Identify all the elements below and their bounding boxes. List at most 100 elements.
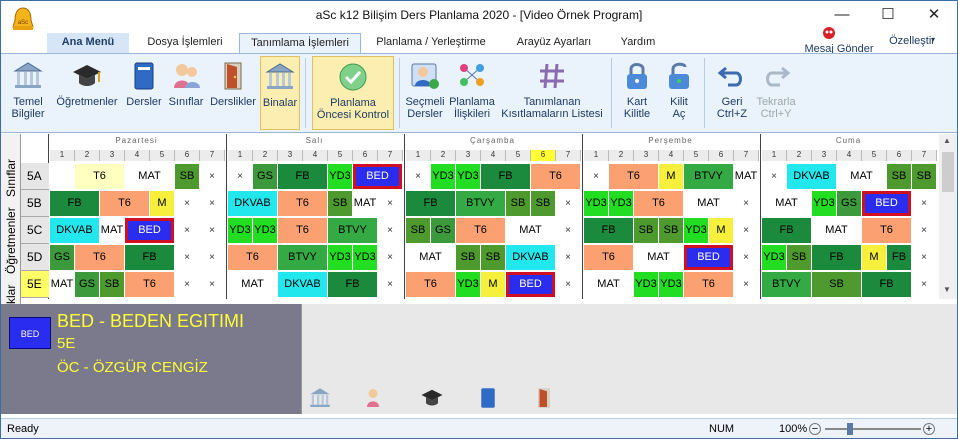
lesson-card[interactable]: GS [253,164,277,189]
lesson-card[interactable]: MAT [228,272,277,297]
building-columns-icon[interactable] [308,386,332,410]
book-icon[interactable] [476,386,500,410]
lesson-card[interactable]: FB [50,191,99,216]
lesson-card[interactable]: M [150,191,174,216]
lesson-card[interactable]: MAT [684,191,733,216]
lesson-card[interactable]: MAT [506,218,555,243]
undo-button[interactable]: Geri Ctrl+Z [709,56,755,130]
lesson-card[interactable]: MAT [634,245,683,270]
lesson-card[interactable]: SB [912,164,936,189]
lesson-card[interactable]: FB [481,164,530,189]
maximize-button[interactable]: ☐ [865,1,911,31]
lesson-card[interactable]: BED [684,245,733,270]
tab-arayuz-ayarlari[interactable]: Arayüz Ayarları [501,33,607,53]
siniflar-button[interactable]: Sınıflar [165,56,207,130]
scroll-down-icon[interactable]: ▼ [943,285,951,294]
scroll-up-icon[interactable]: ▲ [943,136,951,145]
lesson-card[interactable]: YD3 [584,191,608,216]
lesson-card[interactable]: YD3 [456,272,480,297]
lesson-card[interactable]: YD3 [684,218,708,243]
class-label[interactable]: 5C [21,217,49,244]
lesson-card[interactable]: MAT [762,191,811,216]
lesson-card[interactable]: T6 [278,218,327,243]
lesson-card[interactable]: SB [328,191,352,216]
lesson-card[interactable]: BTVY [278,245,327,270]
lesson-card[interactable]: MAT [50,272,74,297]
lesson-card[interactable]: T6 [100,191,149,216]
lesson-card[interactable]: T6 [75,245,124,270]
lesson-card[interactable]: FB [887,245,911,270]
lesson-card[interactable]: FB [125,245,174,270]
lesson-card[interactable]: BED [125,218,174,243]
lesson-card[interactable]: MAT [353,191,377,216]
door-icon[interactable] [532,386,556,410]
lesson-card[interactable]: YD3 [659,272,683,297]
close-button[interactable]: ✕ [911,1,957,31]
lesson-card[interactable]: DKVAB [506,245,555,270]
lesson-card[interactable]: SB [406,218,430,243]
lesson-card[interactable]: MAT [837,164,886,189]
lesson-card[interactable]: SB [175,164,199,189]
lesson-card[interactable]: FB [812,245,861,270]
binalar-button[interactable]: Binalar [260,56,300,130]
zoom-slider[interactable] [825,428,921,430]
lesson-card[interactable]: FB [762,218,811,243]
lesson-card[interactable]: SB [787,245,811,270]
ogretmenler-button[interactable]: Öğretmenler [51,56,123,130]
lesson-card[interactable]: YD3 [609,191,633,216]
lesson-card[interactable]: BED [862,191,911,216]
planlama-oncesi-kontrol-button[interactable]: Planlama Öncesi Kontrol [312,56,394,130]
zoom-in-icon[interactable]: + [923,423,935,435]
graduation-cap-icon[interactable] [420,386,444,410]
lesson-card[interactable]: MAT [584,272,633,297]
lesson-card[interactable]: YD3 [812,191,836,216]
lesson-card[interactable]: GS [431,218,455,243]
lesson-card[interactable]: BTVY [456,191,505,216]
grid-scrollbar[interactable]: ▲ ▼ [939,134,957,299]
lesson-card[interactable]: T6 [456,218,505,243]
lesson-card[interactable]: SB [456,245,480,270]
redo-button[interactable]: Tekrarla Ctrl+Y [755,56,797,130]
lesson-card[interactable]: BTVY [328,218,377,243]
class-label[interactable]: 5B [21,190,49,217]
lesson-card[interactable]: BTVY [684,164,733,189]
class-label[interactable]: 5E [21,271,49,298]
lesson-card[interactable]: BED [506,272,555,297]
zoom-out-icon[interactable]: − [809,423,821,435]
lesson-card[interactable]: SB [506,191,530,216]
lesson-card[interactable]: M [709,218,733,243]
chevron-down-icon[interactable]: ▾ [931,35,935,44]
lesson-card[interactable]: T6 [125,272,174,297]
lesson-card[interactable]: YD3 [431,164,455,189]
lesson-card[interactable]: BED [353,164,402,189]
dersler-button[interactable]: Dersler [125,56,163,130]
class-label[interactable]: 5D [21,244,49,271]
lesson-card[interactable]: YD3 [762,245,786,270]
lesson-card[interactable]: MAT [100,218,124,243]
lesson-card[interactable]: SB [812,272,861,297]
tanimlanan-kisitlamalar-button[interactable]: Tanımlanan Kısıtlamaların Listesi [497,56,607,130]
lesson-card[interactable]: T6 [609,164,658,189]
tab-tanimlama-islemleri[interactable]: Tanımlama İşlemleri [239,33,361,53]
lesson-card[interactable]: DKVAB [787,164,836,189]
lesson-card[interactable]: YD3 [328,245,352,270]
lesson-card[interactable]: DKVAB [278,272,327,297]
kart-kilitle-button[interactable]: Kart Kilitle [615,56,659,130]
lesson-card[interactable]: SB [659,218,683,243]
lesson-card[interactable]: MAT [812,218,861,243]
lesson-card[interactable]: T6 [228,245,277,270]
lesson-card[interactable]: GS [75,272,99,297]
side-tab-ogretmenler[interactable]: Öğretmenler [4,207,18,274]
lesson-card[interactable]: YD3 [456,164,480,189]
lesson-card[interactable]: M [862,245,886,270]
zoom-slider-thumb[interactable] [847,423,853,435]
lesson-card[interactable]: FB [862,272,911,297]
lesson-card[interactable]: SB [531,191,555,216]
lesson-card[interactable]: T6 [862,218,911,243]
lesson-card[interactable]: FB [328,272,377,297]
lesson-card[interactable]: MAT [734,164,758,189]
lesson-card[interactable]: YD3 [253,218,277,243]
lesson-card[interactable]: M [481,272,505,297]
lesson-card[interactable]: YD3 [634,272,658,297]
tab-ana-menu[interactable]: Ana Menü [47,33,129,53]
